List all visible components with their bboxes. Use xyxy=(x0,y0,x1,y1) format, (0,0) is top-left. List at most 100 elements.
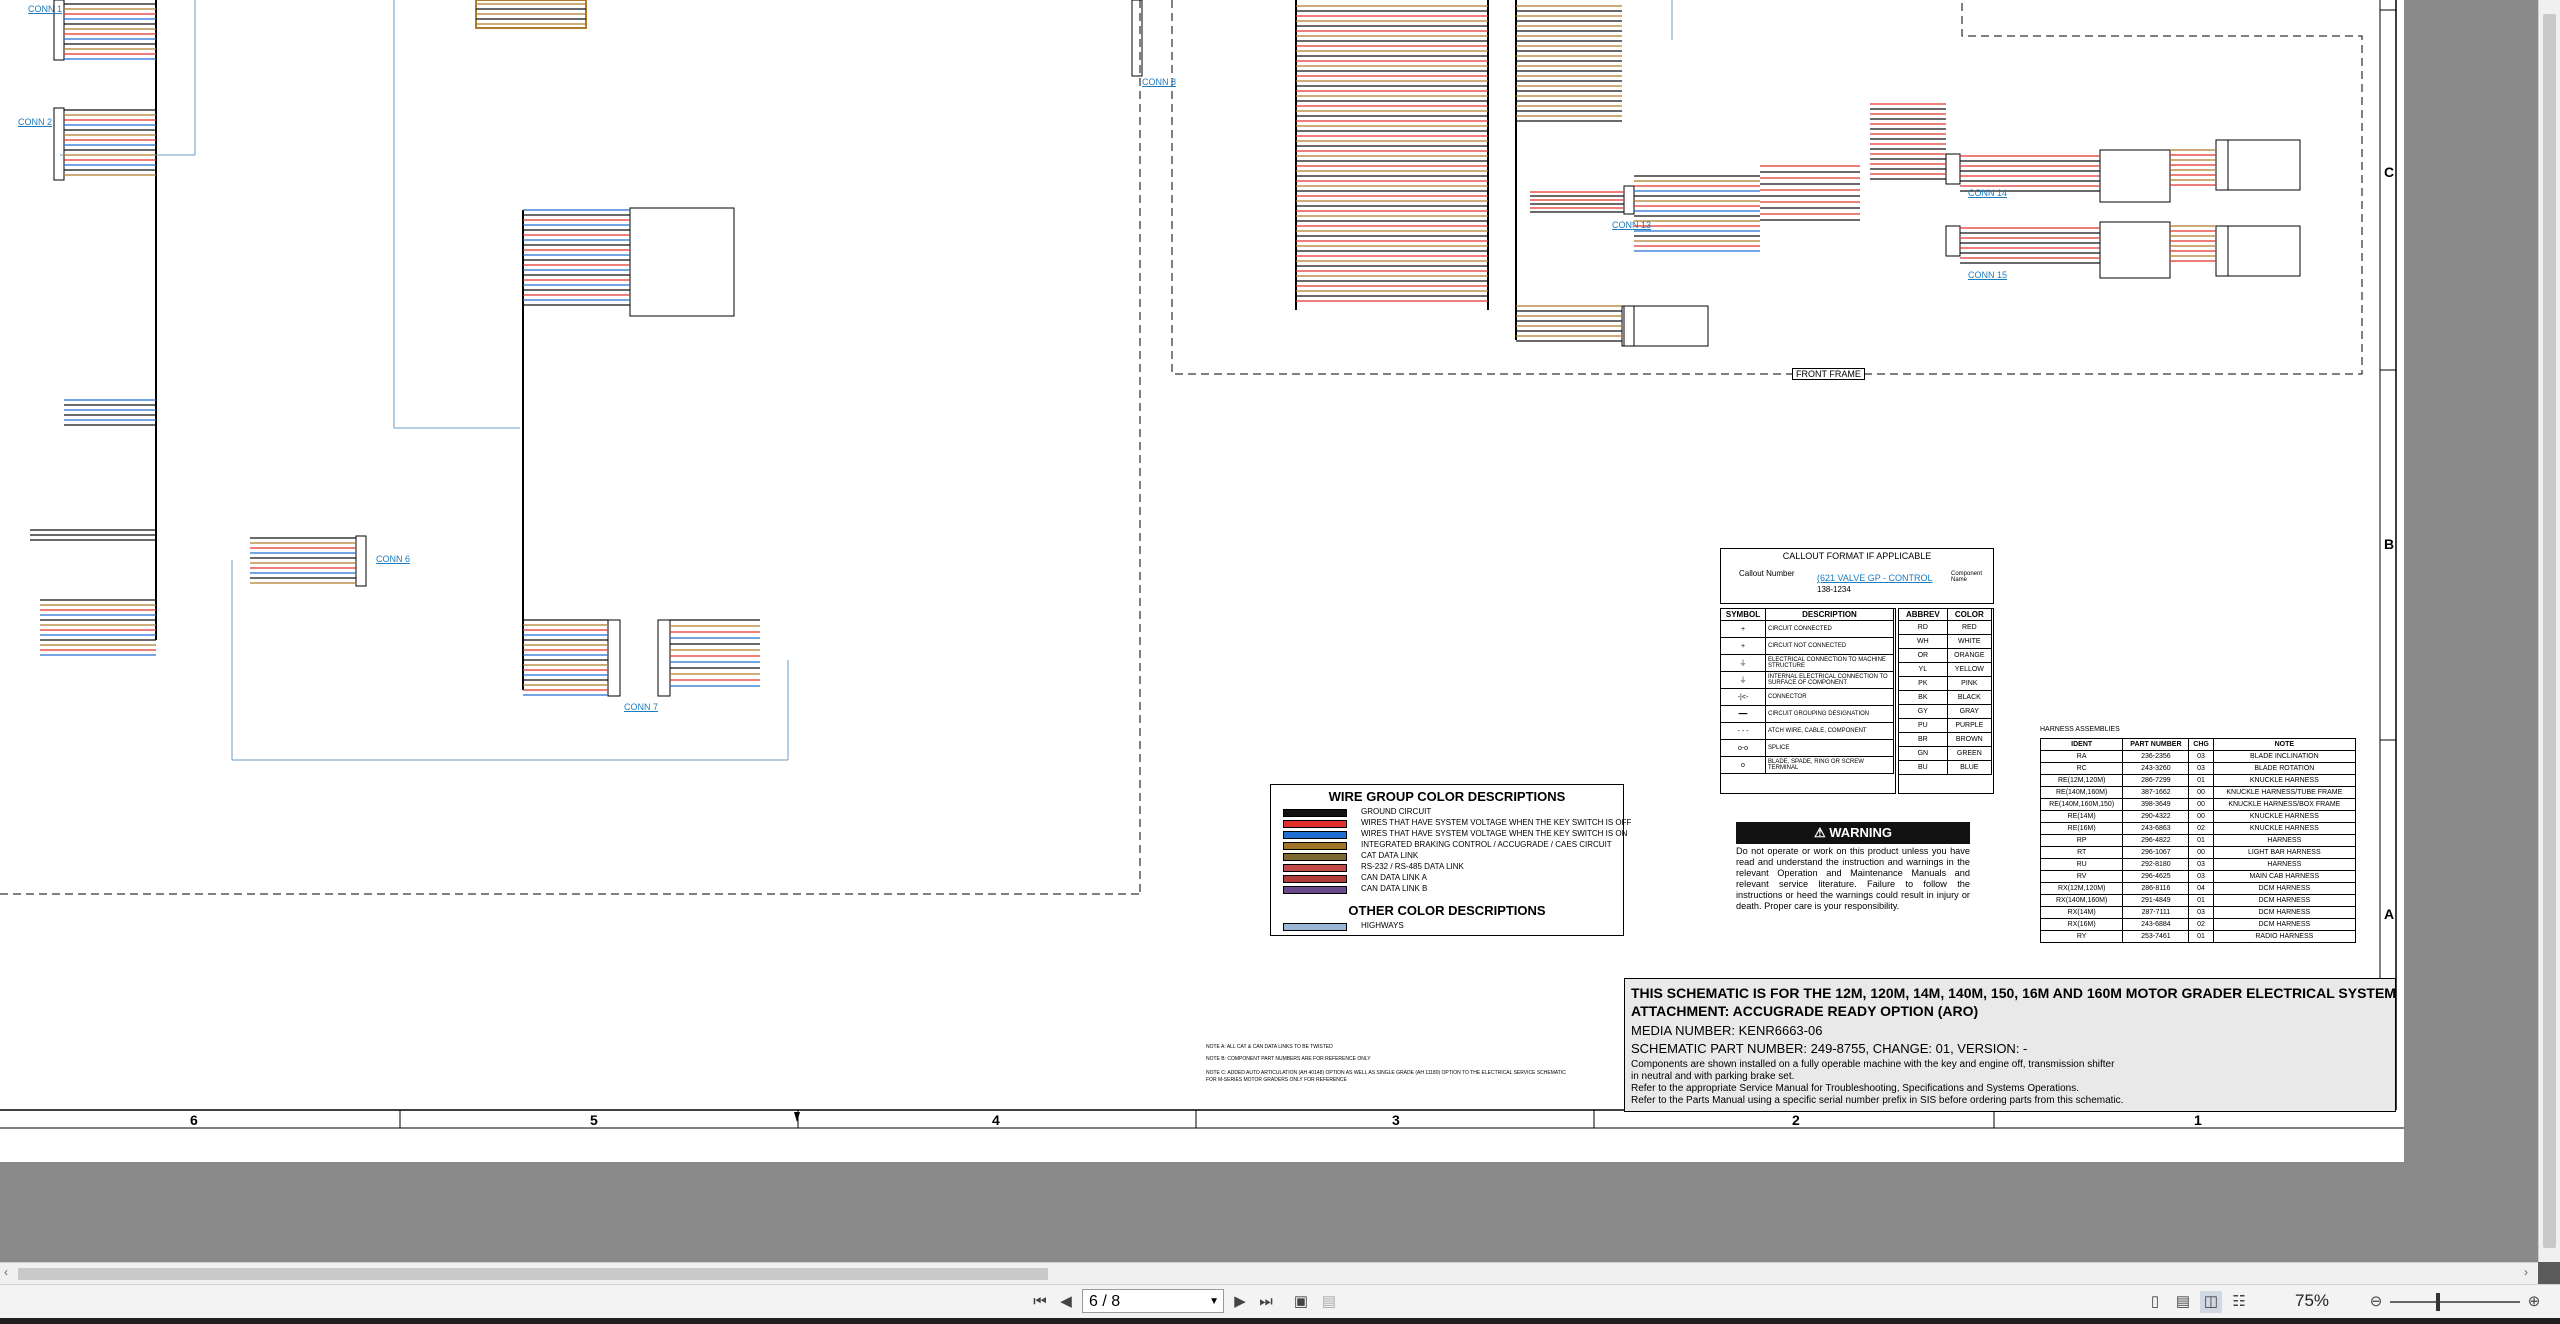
continuous-two-page-icon[interactable]: ☷ xyxy=(2228,1291,2250,1313)
grid-col-3: 3 xyxy=(1392,1112,1400,1128)
continuous-view-icon[interactable]: ▤ xyxy=(2172,1291,2194,1313)
color-name: BLACK xyxy=(1946,690,1993,705)
wire-swatch xyxy=(1283,809,1347,817)
table-row: RX(140M,160M) 291-4849 01 DCM HARNESS xyxy=(2039,894,2357,907)
previous-page-icon[interactable]: ◀ xyxy=(1056,1291,1076,1313)
wire-group-row: CAT DATA LINK xyxy=(1271,851,1623,862)
harness-cell: 296-1067 xyxy=(2122,846,2190,859)
zoom-level[interactable]: 75% xyxy=(2276,1289,2348,1313)
grid-col-6: 6 xyxy=(190,1112,198,1128)
grid-row-a: A xyxy=(2384,906,2395,922)
horizontal-scroll-thumb[interactable] xyxy=(18,1268,1048,1280)
symbol-row: + CIRCUIT CONNECTED xyxy=(1720,620,1894,638)
wire-swatch xyxy=(1283,820,1347,828)
vertical-scroll-thumb[interactable] xyxy=(2543,14,2556,1248)
table-row: RX(12M,120M) 286-8116 04 DCM HARNESS xyxy=(2039,882,2357,895)
table-row: RA 236-2356 03 BLADE INCLINATION xyxy=(2039,750,2357,763)
table-row: RE(16M) 243-6863 02 KNUCKLE HARNESS xyxy=(2039,822,2357,835)
callout-component-name: Component Name xyxy=(1951,571,1983,583)
conn-15-label[interactable]: CONN 15 xyxy=(1968,270,2007,280)
symbol-table: SYMBOL DESCRIPTION + CIRCUIT CONNECTED + CIR… xyxy=(1720,608,1896,794)
document-viewport[interactable]: CONN 1 CONN 2 CONN 6 CONN 7 CONN 8 CONN … xyxy=(0,0,2538,1262)
symbol-glyph: ━━ xyxy=(1720,705,1766,723)
harness-cell: HARNESS xyxy=(2212,834,2357,847)
harness-cell: 01 xyxy=(2188,894,2214,907)
color-row: YL YELLOW xyxy=(1898,662,1993,677)
zoom-slider[interactable] xyxy=(2390,1301,2520,1303)
symbol-glyph: ⏚ xyxy=(1720,671,1766,689)
fit-width-icon[interactable]: ▤ xyxy=(1318,1291,1340,1313)
next-page-icon[interactable]: ▶ xyxy=(1230,1291,1250,1313)
conn-7-label[interactable]: CONN 7 xyxy=(624,702,658,712)
color-abbrev: GY xyxy=(1898,704,1948,719)
color-row: BK BLACK xyxy=(1898,690,1993,705)
harness-cell: RV xyxy=(2039,870,2124,883)
harness-cell: BLADE INCLINATION xyxy=(2212,750,2357,763)
single-page-view-icon[interactable]: ▯ xyxy=(2144,1291,2166,1313)
color-name: GRAY xyxy=(1946,704,1993,719)
conn-1-label[interactable]: CONN 1 xyxy=(28,4,62,14)
callout-link[interactable]: (621 VALVE GP - CONTROL xyxy=(1817,573,1933,583)
color-name: BROWN xyxy=(1946,732,1993,747)
table-row: RX(14M) 287-7111 03 DCM HARNESS xyxy=(2039,906,2357,919)
harness-cell: RE(16M) xyxy=(2039,822,2124,835)
color-name: GREEN xyxy=(1946,746,1993,761)
warning-icon: ⚠ xyxy=(1813,825,1826,840)
harness-cell: 296-4822 xyxy=(2122,834,2190,847)
conn-2-label[interactable]: CONN 2 xyxy=(18,117,52,127)
wire-group-row: WIRES THAT HAVE SYSTEM VOLTAGE WHEN THE … xyxy=(1271,829,1627,840)
harness-cell: 286-7299 xyxy=(2122,774,2190,787)
horizontal-scrollbar[interactable]: ‹ › xyxy=(0,1262,2538,1285)
table-row: RE(140M,160M) 387-1662 00 KNUCKLE HARNESS/T… xyxy=(2039,786,2357,799)
wire-group-row: INTEGRATED BRAKING CONTROL / ACCUGRADE /… xyxy=(1271,840,1623,851)
harness-cell: 292-8180 xyxy=(2122,858,2190,871)
callout-number-label: Callout Number xyxy=(1739,569,1795,578)
zoom-in-icon[interactable]: ⊕ xyxy=(2524,1291,2544,1313)
harness-cell: 01 xyxy=(2188,930,2214,943)
zoom-out-icon[interactable]: ⊖ xyxy=(2366,1291,2386,1313)
chevron-down-icon[interactable]: ▼ xyxy=(1209,1290,1219,1314)
color-abbrev: RD xyxy=(1898,620,1948,635)
harness-cell: 04 xyxy=(2188,882,2214,895)
harness-cell: 03 xyxy=(2188,906,2214,919)
conn-13-label[interactable]: CONN 13 xyxy=(1612,220,1651,230)
wire-group-label: INTEGRATED BRAKING CONTROL / ACCUGRADE /… xyxy=(1361,840,1612,849)
harness-cell: 01 xyxy=(2188,774,2214,787)
harness-cell: RP xyxy=(2039,834,2124,847)
scroll-left-icon[interactable]: ‹ xyxy=(4,1265,8,1279)
wire-swatch xyxy=(1283,886,1347,894)
conn-6-label[interactable]: CONN 6 xyxy=(376,554,410,564)
conn-14-label[interactable]: CONN 14 xyxy=(1968,188,2007,198)
scroll-right-icon[interactable]: › xyxy=(2524,1265,2528,1279)
symbol-glyph: + xyxy=(1720,637,1766,655)
zoom-slider-handle[interactable] xyxy=(2436,1293,2440,1311)
last-page-icon[interactable]: ⏭ xyxy=(1256,1291,1276,1313)
color-abbrev-table: ABBREV COLOR RD RED WH WHITE OR ORANGE YL YELLOW… xyxy=(1898,608,1994,794)
symbol-row: ⏚ ELECTRICAL CONNECTION TO MACHINE STRUCT… xyxy=(1720,654,1894,672)
wire-group-label: WIRES THAT HAVE SYSTEM VOLTAGE WHEN THE … xyxy=(1361,818,1632,827)
two-page-view-icon[interactable]: ◫ xyxy=(2200,1291,2222,1313)
vertical-scrollbar[interactable] xyxy=(2538,0,2560,1262)
table-row: RE(14M) 290-4322 00 KNUCKLE HARNESS xyxy=(2039,810,2357,823)
wire-group-row: GROUND CIRCUIT xyxy=(1271,807,1623,818)
wire-group-label: RS-232 / RS-485 DATA LINK xyxy=(1361,862,1464,871)
harness-cell: DCM HARNESS xyxy=(2212,894,2357,907)
warning-text: Do not operate or work on this product u… xyxy=(1736,846,1970,911)
harness-cell: RX(14M) xyxy=(2039,906,2124,919)
harness-cell: 296-4625 xyxy=(2122,870,2190,883)
harness-cell: 287-7111 xyxy=(2122,906,2190,919)
harness-cell: RU xyxy=(2039,858,2124,871)
harness-cell: DCM HARNESS xyxy=(2212,906,2357,919)
fit-page-icon[interactable]: ▣ xyxy=(1290,1291,1312,1313)
conn-8-label[interactable]: CONN 8 xyxy=(1142,77,1176,87)
page-number-field[interactable]: 6 / 8 ▼ xyxy=(1082,1289,1224,1313)
harness-cell: KNUCKLE HARNESS/BOX FRAME xyxy=(2212,798,2357,811)
symbol-row: - - - ATCH WIRE, CABLE, COMPONENT xyxy=(1720,722,1894,740)
harness-cell: DCM HARNESS xyxy=(2212,882,2357,895)
title-line-1: THIS SCHEMATIC IS FOR THE 12M, 120M, 14M… xyxy=(1631,985,2396,1001)
harness-cell: BLADE ROTATION xyxy=(2212,762,2357,775)
color-row: PU PURPLE xyxy=(1898,718,1993,733)
wire-swatch xyxy=(1283,842,1347,850)
harness-cell: 291-4849 xyxy=(2122,894,2190,907)
first-page-icon[interactable]: ⏮ xyxy=(1030,1291,1050,1313)
